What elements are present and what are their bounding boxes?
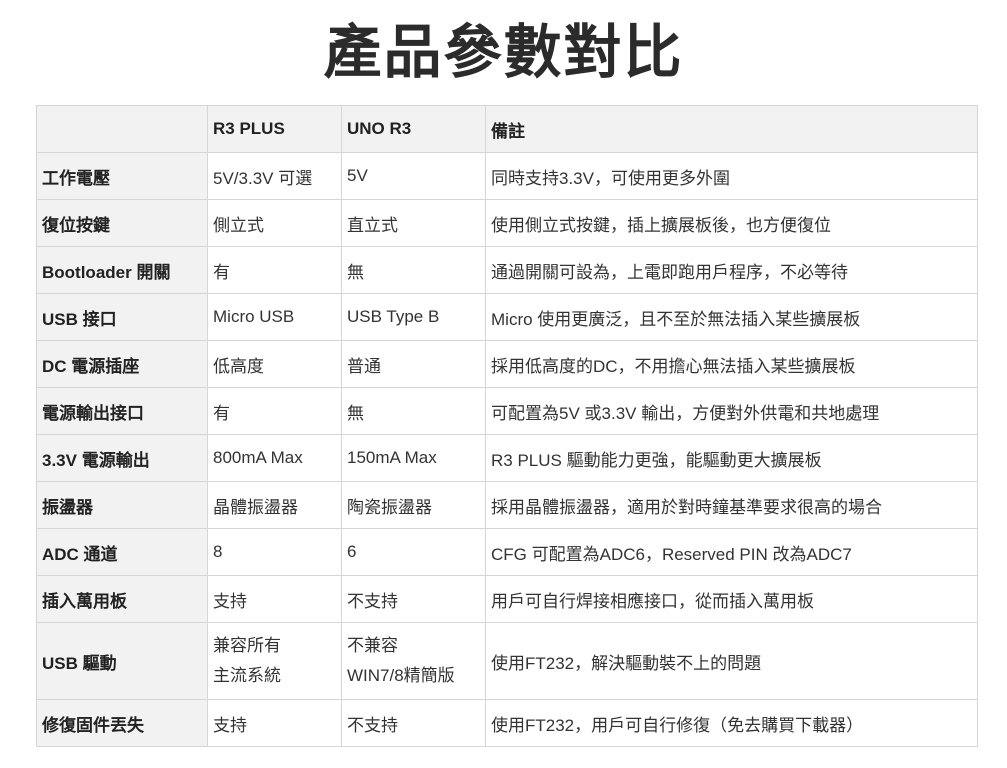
cell-line: 普通	[347, 356, 381, 376]
cell-line: 150mA Max	[347, 448, 437, 467]
row-feature-label: ADC 通道	[36, 528, 208, 576]
cell-line: 側立式	[213, 215, 264, 235]
cell-note: 使用側立式按鍵，插上擴展板後，也方便復位	[485, 199, 978, 247]
table-row: 修復固件丟失 支持 不支持 使用FT232，用戶可自行修復（免去購買下載器）	[36, 699, 978, 747]
cell-note: Micro 使用更廣泛，且不至於無法插入某些擴展板	[485, 293, 978, 341]
cell-line: USB Type B	[347, 307, 440, 326]
table-row: USB 驅動 兼容所有 主流系統 不兼容 WIN7/8精簡版 使用FT232，解決驅動裝不…	[36, 622, 978, 700]
table-row: 工作電壓 5V/3.3V 可選 5V 同時支持3.3V，可使用更多外圍	[36, 152, 978, 200]
table-row: 插入萬用板 支持 不支持 用戶可自行焊接相應接口，從而插入萬用板	[36, 575, 978, 623]
header-notes: 備註	[485, 105, 978, 153]
table-row: DC 電源插座 低高度 普通 採用低高度的DC，不用擔心無法插入某些擴展板	[36, 340, 978, 388]
cell-uno-r3: 6	[341, 528, 486, 576]
cell-line: 晶體振盪器	[213, 497, 298, 517]
row-feature-label: 復位按鍵	[36, 199, 208, 247]
cell-line: 不兼容	[347, 636, 398, 655]
row-feature-label: 修復固件丟失	[36, 699, 208, 747]
cell-line: 低高度	[213, 356, 264, 376]
cell-line: 有	[213, 403, 230, 423]
cell-note: 同時支持3.3V，可使用更多外圍	[485, 152, 978, 200]
cell-uno-r3: 150mA Max	[341, 434, 486, 482]
row-feature-label: USB 接口	[36, 293, 208, 341]
row-feature-label: Bootloader 開關	[36, 246, 208, 294]
table-row: 3.3V 電源輸出 800mA Max 150mA Max R3 PLUS 驅動能力更…	[36, 434, 978, 482]
cell-uno-r3: USB Type B	[341, 293, 486, 341]
cell-uno-r3: 5V	[341, 152, 486, 200]
cell-line: 支持	[213, 715, 247, 735]
cell-uno-r3: 不兼容 WIN7/8精簡版	[341, 622, 486, 700]
cell-line: 無	[347, 262, 364, 282]
cell-note: 可配置為5V 或3.3V 輸出，方便對外供電和共地處理	[485, 387, 978, 435]
cell-note: 使用FT232，解決驅動裝不上的問題	[485, 622, 978, 700]
cell-line: 8	[213, 542, 223, 561]
table-row: USB 接口 Micro USB USB Type B Micro 使用更廣泛，且不至…	[36, 293, 978, 341]
row-feature-label: 振盪器	[36, 481, 208, 529]
row-feature-label: 3.3V 電源輸出	[36, 434, 208, 482]
cell-uno-r3: 不支持	[341, 699, 486, 747]
cell-r3-plus: 5V/3.3V 可選	[207, 152, 342, 200]
cell-note: 用戶可自行焊接相應接口，從而插入萬用板	[485, 575, 978, 623]
cell-note: 採用晶體振盪器，適用於對時鐘基準要求很高的場合	[485, 481, 978, 529]
cell-r3-plus: 800mA Max	[207, 434, 342, 482]
cell-note: CFG 可配置為ADC6，Reserved PIN 改為ADC7	[485, 528, 978, 576]
page-title: 產品參數對比	[323, 18, 684, 86]
row-feature-label: 電源輸出接口	[36, 387, 208, 435]
cell-line: 直立式	[347, 215, 398, 235]
cell-line: 兼容所有	[213, 636, 281, 655]
row-feature-label: DC 電源插座	[36, 340, 208, 388]
cell-r3-plus: 有	[207, 246, 342, 294]
cell-r3-plus: 側立式	[207, 199, 342, 247]
cell-r3-plus: 低高度	[207, 340, 342, 388]
table-body: 工作電壓 5V/3.3V 可選 5V 同時支持3.3V，可使用更多外圍復位按鍵 側立式 直…	[36, 152, 978, 747]
table-row: 復位按鍵 側立式 直立式 使用側立式按鍵，插上擴展板後，也方便復位	[36, 199, 978, 247]
cell-line: 不支持	[347, 715, 398, 735]
cell-line: 5V/3.3V 可選	[213, 168, 313, 188]
header-feature	[36, 105, 208, 153]
cell-r3-plus: 支持	[207, 575, 342, 623]
header-uno-r3: UNO R3	[341, 105, 486, 153]
cell-line: 5V	[347, 166, 368, 185]
row-feature-label: USB 驅動	[36, 622, 208, 700]
cell-line: Micro USB	[213, 307, 295, 326]
cell-line: WIN7/8精簡版	[347, 666, 455, 685]
cell-r3-plus: 8	[207, 528, 342, 576]
cell-line: 主流系統	[213, 666, 281, 685]
cell-uno-r3: 無	[341, 246, 486, 294]
cell-uno-r3: 陶瓷振盪器	[341, 481, 486, 529]
cell-line: 陶瓷振盪器	[347, 497, 432, 517]
table-row: 電源輸出接口有 無 可配置為5V 或3.3V 輸出，方便對外供電和共地處理	[36, 387, 978, 435]
header-r3-plus: R3 PLUS	[207, 105, 342, 153]
cell-note: 通過開關可設為，上電即跑用戶程序，不必等待	[485, 246, 978, 294]
cell-line: 無	[347, 403, 364, 423]
cell-uno-r3: 無	[341, 387, 486, 435]
cell-note: R3 PLUS 驅動能力更強，能驅動更大擴展板	[485, 434, 978, 482]
cell-r3-plus: 支持	[207, 699, 342, 747]
row-feature-label: 插入萬用板	[36, 575, 208, 623]
cell-note: 採用低高度的DC，不用擔心無法插入某些擴展板	[485, 340, 978, 388]
cell-r3-plus: Micro USB	[207, 293, 342, 341]
cell-line: 支持	[213, 591, 247, 611]
cell-uno-r3: 直立式	[341, 199, 486, 247]
cell-line: 不支持	[347, 591, 398, 611]
cell-note: 使用FT232，用戶可自行修復（免去購買下載器）	[485, 699, 978, 747]
table-row: 振盪器 晶體振盪器 陶瓷振盪器 採用晶體振盪器，適用於對時鐘基準要求很高的場合	[36, 481, 978, 529]
table-row: ADC 通道 8 6 CFG 可配置為ADC6，Reserved PIN 改為ADC7	[36, 528, 978, 576]
cell-line: 有	[213, 262, 230, 282]
cell-r3-plus: 有	[207, 387, 342, 435]
cell-r3-plus: 晶體振盪器	[207, 481, 342, 529]
cell-line: 800mA Max	[213, 448, 303, 467]
cell-r3-plus: 兼容所有 主流系統	[207, 622, 342, 700]
cell-uno-r3: 不支持	[341, 575, 486, 623]
row-feature-label: 工作電壓	[36, 152, 208, 200]
table-row: Bootloader 開關有 無 通過開關可設為，上電即跑用戶程序，不必等待	[36, 246, 978, 294]
table-header-row: R3 PLUS UNO R3 備註	[36, 105, 978, 153]
cell-uno-r3: 普通	[341, 340, 486, 388]
comparison-table: R3 PLUS UNO R3 備註 工作電壓 5V/3.3V 可選 5V 同時支持3.…	[36, 105, 978, 747]
cell-line: 6	[347, 542, 357, 561]
